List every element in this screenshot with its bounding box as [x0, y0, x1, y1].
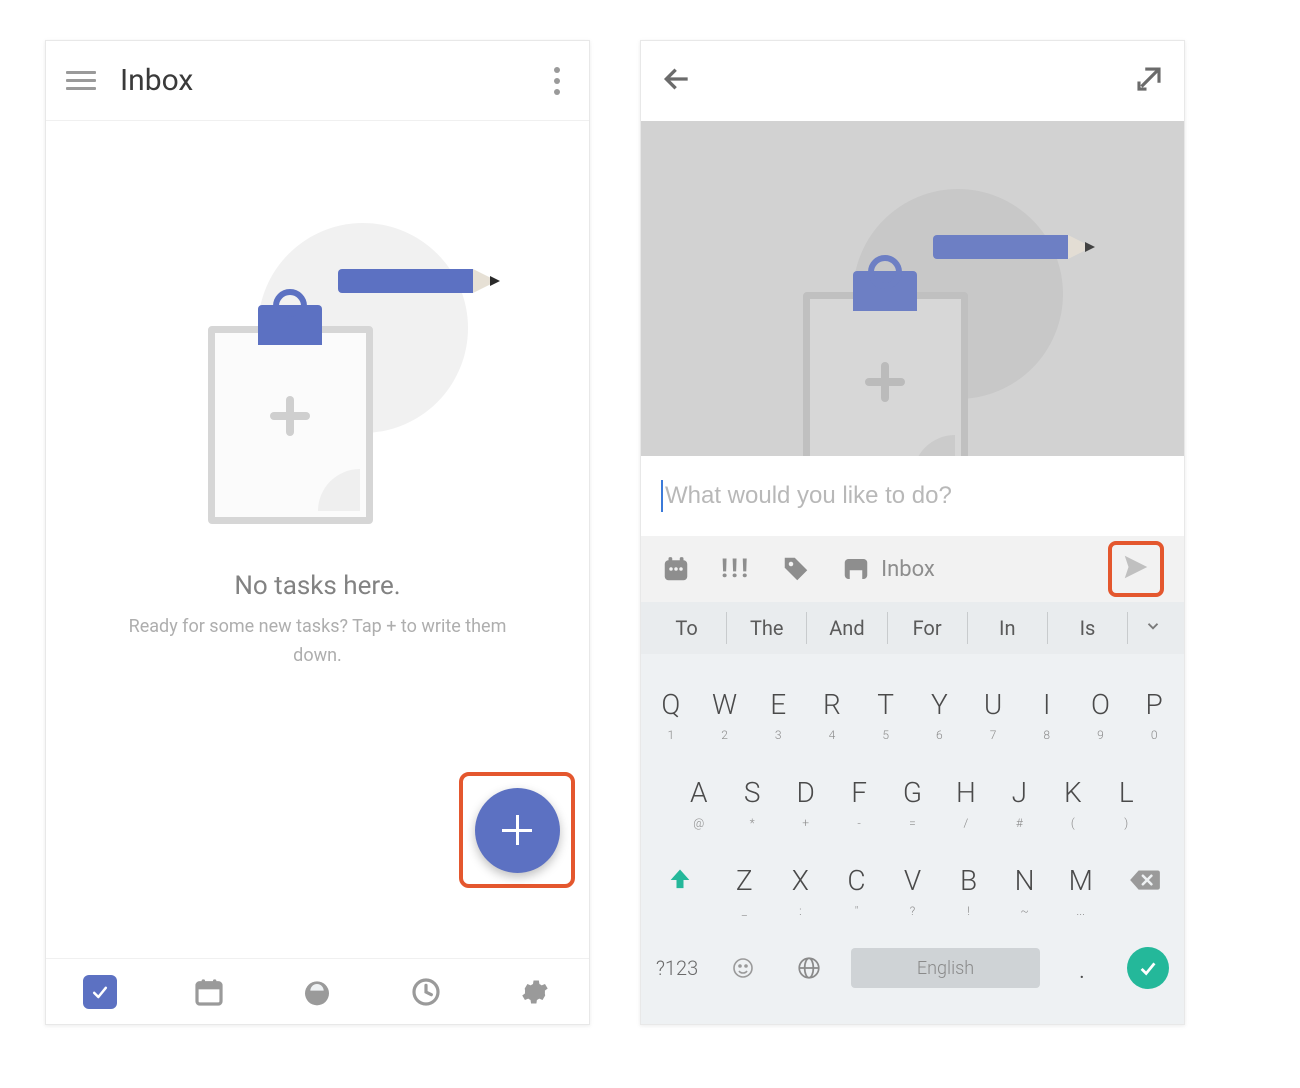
nav-tasks[interactable] — [80, 972, 120, 1012]
empty-state: No tasks here. Ready for some new tasks?… — [46, 121, 589, 958]
nav-calendar[interactable] — [189, 972, 229, 1012]
dimmed-background — [641, 121, 1184, 456]
key-s[interactable]: S* — [726, 750, 777, 834]
menu-icon[interactable] — [66, 66, 96, 96]
list-option[interactable]: Inbox — [841, 554, 935, 584]
key-m[interactable]: M... — [1054, 838, 1108, 922]
key-z[interactable]: Z_ — [717, 838, 771, 922]
key-g[interactable]: G= — [887, 750, 938, 834]
priority-option[interactable]: !!! — [721, 554, 751, 584]
key-i[interactable]: I8 — [1021, 662, 1073, 746]
clipboard-icon — [208, 326, 373, 524]
key-r[interactable]: R4 — [806, 662, 858, 746]
bottom-nav — [46, 958, 589, 1024]
key-a[interactable]: A@ — [673, 750, 724, 834]
tag-option[interactable] — [781, 554, 811, 584]
screen-inbox-empty: Inbox No tasks here. Ready for some new … — [45, 40, 590, 1025]
key-y[interactable]: Y6 — [914, 662, 966, 746]
suggestion[interactable]: The — [727, 612, 807, 644]
suggestion[interactable]: To — [647, 612, 727, 644]
suggestion[interactable]: Is — [1048, 612, 1128, 644]
send-button[interactable] — [1121, 552, 1151, 586]
key-k[interactable]: K( — [1047, 750, 1098, 834]
suggestion[interactable]: For — [888, 612, 968, 644]
top-bar: Inbox — [46, 41, 589, 121]
keyboard-suggestions: To The And For In Is — [641, 602, 1184, 654]
task-input[interactable] — [665, 482, 1164, 510]
nav-history[interactable] — [406, 972, 446, 1012]
page-title: Inbox — [120, 63, 193, 98]
suggestion[interactable]: In — [968, 612, 1048, 644]
key-f[interactable]: F- — [833, 750, 884, 834]
key-language[interactable] — [777, 926, 841, 1010]
key-emoji[interactable] — [711, 926, 775, 1010]
key-x[interactable]: X: — [773, 838, 827, 922]
key-d[interactable]: D+ — [780, 750, 831, 834]
key-enter[interactable] — [1116, 926, 1180, 1010]
list-option-label: Inbox — [881, 557, 935, 582]
key-period[interactable]: . — [1050, 926, 1114, 1010]
more-icon[interactable] — [545, 67, 569, 95]
plus-icon — [502, 815, 532, 845]
key-w[interactable]: W2 — [699, 662, 751, 746]
key-j[interactable]: J# — [994, 750, 1045, 834]
key-backspace[interactable] — [1110, 838, 1180, 922]
top-bar — [641, 41, 1184, 121]
nav-lists[interactable] — [297, 972, 337, 1012]
text-cursor — [661, 480, 663, 512]
suggestion[interactable]: And — [807, 612, 887, 644]
empty-subtitle: Ready for some new tasks? Tap + to write… — [118, 613, 518, 671]
key-n[interactable]: N~ — [998, 838, 1052, 922]
key-p[interactable]: P0 — [1128, 662, 1180, 746]
space-label: English — [851, 948, 1039, 988]
key-b[interactable]: B! — [942, 838, 996, 922]
key-q[interactable]: Q1 — [645, 662, 697, 746]
key-u[interactable]: U7 — [967, 662, 1019, 746]
date-option[interactable] — [661, 554, 691, 584]
key-shift[interactable] — [645, 838, 715, 922]
suggestion-more[interactable] — [1128, 617, 1178, 639]
back-button[interactable] — [661, 63, 693, 99]
key-l[interactable]: L) — [1101, 750, 1152, 834]
nav-settings[interactable] — [515, 972, 555, 1012]
add-task-button[interactable] — [475, 788, 560, 873]
pencil-icon — [338, 269, 508, 293]
empty-title: No tasks here. — [234, 571, 400, 601]
keyboard: Q1W2E3R4T5Y6U7I8O9P0 A@S*D+F-G=H/J#K(L) … — [641, 654, 1184, 1024]
empty-illustration — [188, 251, 448, 511]
key-space[interactable]: English — [843, 926, 1048, 1010]
key-symbols[interactable]: ?123 — [645, 926, 709, 1010]
highlight-add-task — [459, 772, 575, 888]
key-t[interactable]: T5 — [860, 662, 912, 746]
key-h[interactable]: H/ — [940, 750, 991, 834]
key-c[interactable]: C" — [829, 838, 883, 922]
task-input-row — [641, 456, 1184, 536]
key-o[interactable]: O9 — [1075, 662, 1127, 746]
key-v[interactable]: V? — [885, 838, 939, 922]
key-e[interactable]: E3 — [752, 662, 804, 746]
task-options-row: !!! Inbox — [641, 536, 1184, 602]
highlight-send-task — [1108, 541, 1164, 597]
screen-add-task: !!! Inbox To The And For In Is Q1W2E3R4T… — [640, 40, 1185, 1025]
expand-icon[interactable] — [1134, 64, 1164, 98]
